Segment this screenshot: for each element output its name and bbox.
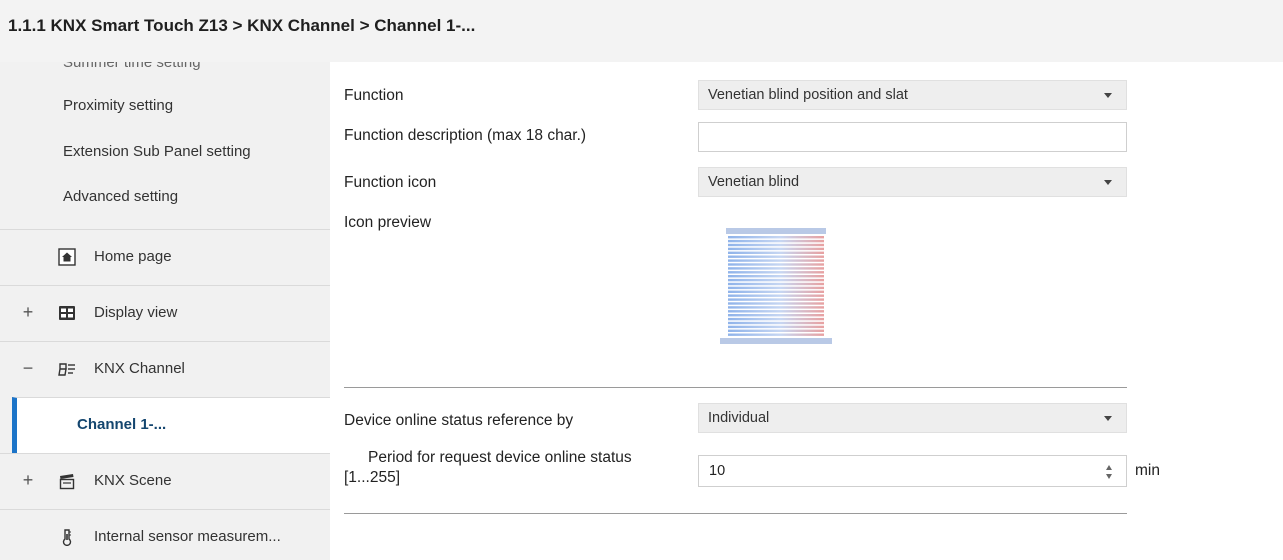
blind-slat — [728, 286, 824, 290]
period-stepper[interactable]: 10 — [698, 455, 1127, 487]
thermometer-icon — [62, 529, 72, 546]
sidebar-item-summer-time[interactable]: Summer time setting — [63, 62, 201, 71]
blind-slat — [728, 298, 824, 301]
divider — [344, 513, 1127, 514]
blind-slat — [728, 317, 824, 321]
scene-clapper-icon — [59, 474, 75, 490]
function-icon-label: Function icon — [344, 174, 437, 191]
period-label: Period for request device online status — [368, 449, 632, 466]
sidebar-item-label: KNX Channel — [94, 360, 185, 377]
knx-channel-icon — [58, 363, 75, 376]
function-select[interactable]: Venetian blind position and slat — [698, 80, 1127, 110]
sidebar-item-label: Channel 1-... — [77, 416, 167, 433]
blind-slat — [728, 251, 824, 254]
chevron-down-icon — [1104, 93, 1112, 98]
sidebar-item-advanced[interactable]: Advanced setting — [63, 188, 178, 205]
blind-slat — [728, 333, 824, 336]
sidebar-item-internal-sensor[interactable]: Internal sensor measurem... — [0, 509, 330, 560]
sidebar-item-label: KNX Scene — [94, 472, 172, 489]
chevron-down-icon — [1104, 416, 1112, 421]
blind-slat — [728, 239, 824, 243]
function-label: Function — [344, 87, 404, 104]
blind-slat — [728, 275, 824, 278]
sidebar-item-label: Internal sensor measurem... — [94, 528, 281, 545]
online-status-label: Device online status reference by — [344, 412, 574, 429]
sidebar-item-knx-channel[interactable]: − KNX Channel — [0, 341, 330, 397]
expand-icon[interactable]: + — [20, 471, 36, 489]
blind-slat — [728, 290, 824, 293]
home-icon — [58, 248, 76, 266]
stepper-up-icon[interactable] — [1106, 465, 1112, 470]
header-bar: 1.1.1 KNX Smart Touch Z13 > KNX Channel … — [0, 0, 1283, 62]
sidebar-item-home-page[interactable]: Home page — [0, 229, 330, 285]
sidebar-item-label: Display view — [94, 304, 178, 321]
blind-slat — [728, 321, 824, 325]
function-icon-select-value: Venetian blind — [708, 174, 800, 190]
period-unit: min — [1135, 462, 1160, 479]
function-description-label: Function description (max 18 char.) — [344, 127, 587, 144]
blind-slat — [728, 236, 824, 239]
chevron-down-icon — [1104, 180, 1112, 185]
sidebar-item-label: Home page — [94, 248, 172, 265]
blind-slat — [728, 302, 824, 305]
period-value: 10 — [709, 463, 726, 479]
blind-slat — [728, 314, 824, 317]
sidebar-item-proximity[interactable]: Proximity setting — [63, 97, 173, 114]
function-description-input[interactable] — [698, 122, 1127, 152]
parameter-panel: Function Venetian blind position and sla… — [330, 62, 1283, 560]
venetian-blind-icon — [720, 228, 832, 344]
blind-slat — [728, 310, 824, 313]
online-status-select-value: Individual — [708, 410, 770, 426]
display-view-icon — [59, 306, 75, 320]
blind-slat — [728, 247, 824, 251]
collapse-icon[interactable]: − — [20, 359, 36, 377]
sidebar-item-display-view[interactable]: + Display view — [0, 285, 330, 341]
expand-icon[interactable]: + — [20, 303, 36, 321]
blind-slat — [728, 271, 824, 274]
sidebar-item-knx-scene[interactable]: + KNX Scene — [0, 453, 330, 509]
function-icon-select[interactable]: Venetian blind — [698, 167, 1127, 197]
stepper-down-icon[interactable] — [1106, 474, 1112, 479]
blind-slat — [728, 243, 824, 247]
sidebar-item-channel-1[interactable]: Channel 1-... — [12, 397, 330, 453]
blind-slat — [728, 329, 824, 332]
blind-slat — [728, 259, 824, 262]
icon-preview-label: Icon preview — [344, 214, 432, 231]
divider — [344, 387, 1127, 388]
blind-slat — [728, 306, 824, 309]
breadcrumb: 1.1.1 KNX Smart Touch Z13 > KNX Channel … — [8, 16, 476, 35]
function-select-value: Venetian blind position and slat — [708, 87, 908, 103]
online-status-select[interactable]: Individual — [698, 403, 1127, 433]
blind-slat — [728, 325, 824, 329]
period-range-label: [1...255] — [344, 469, 401, 486]
blind-slat — [728, 267, 824, 270]
blind-slat — [728, 278, 824, 282]
blind-slat — [728, 255, 824, 258]
blind-slat — [728, 263, 824, 266]
blind-slat — [728, 294, 824, 297]
sidebar-item-extension-sub-panel[interactable]: Extension Sub Panel setting — [63, 143, 251, 160]
blind-slat — [728, 282, 824, 286]
sidebar: Summer time setting Proximity setting Ex… — [0, 62, 330, 560]
